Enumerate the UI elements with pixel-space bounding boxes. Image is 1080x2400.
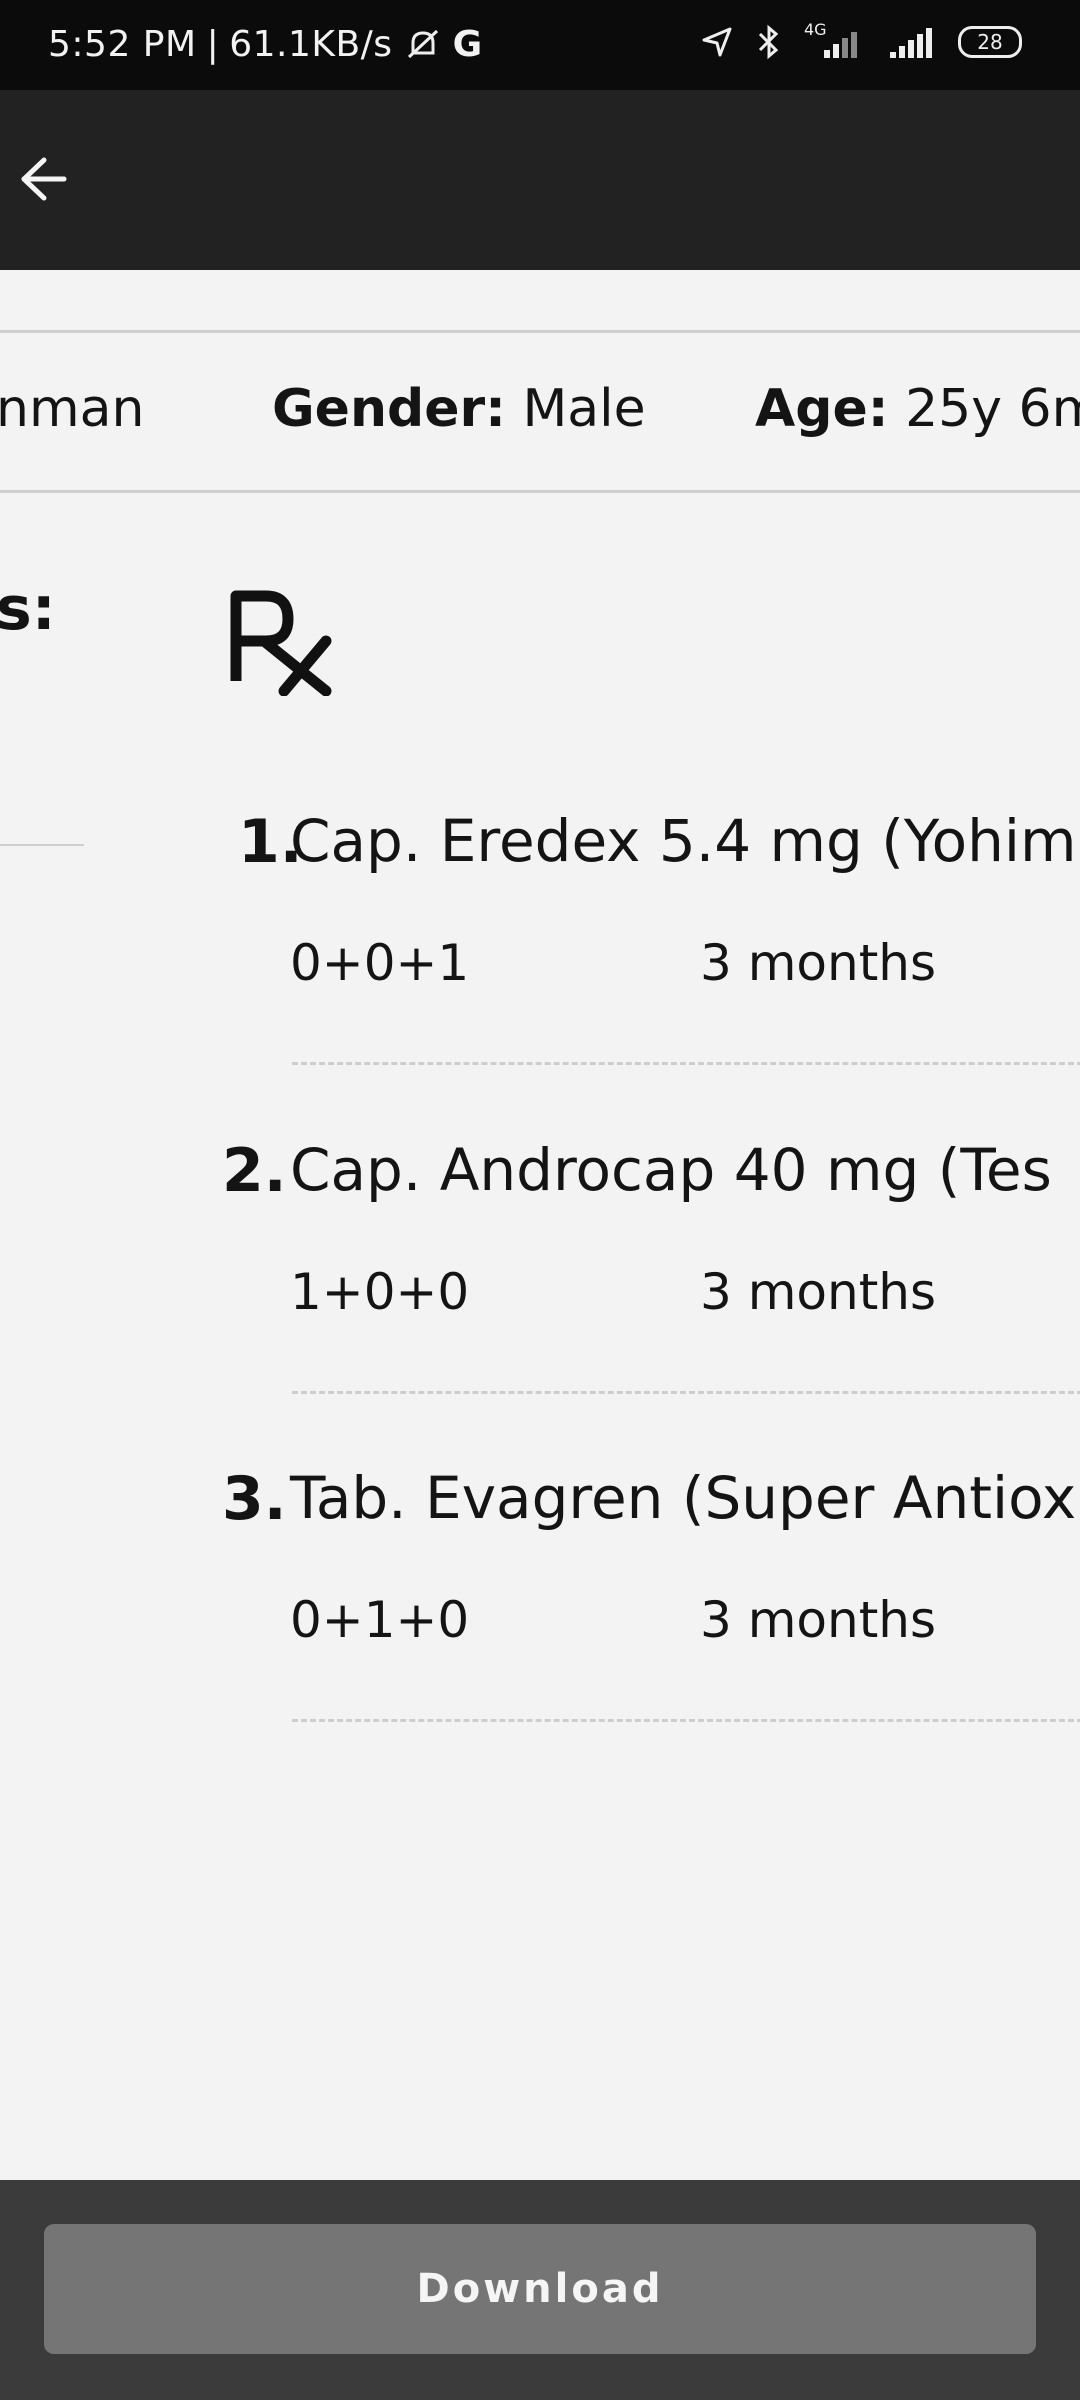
left-section-line [0,844,84,846]
age-label: Age: [755,379,889,439]
medication-dosage: 1+0+0 [290,1263,470,1321]
bluetooth-icon [758,24,779,60]
gender-value: Male [522,379,646,439]
medication-divider [292,1062,1080,1065]
divider-bottom [0,490,1080,493]
bottom-bar: Download [0,2180,1080,2400]
status-time: 5:52 PM [48,24,197,65]
age-info: Age: 25y 6m [755,379,1080,439]
battery-icon: 28 [958,26,1022,58]
signal-4g: 4G [804,20,864,60]
medication-duration: 3 months [700,934,937,992]
medication-duration: 3 months [700,1263,937,1321]
status-speed: 61.1KB/s [229,24,393,65]
download-button[interactable]: Download [44,2224,1036,2354]
divider-top [0,330,1080,333]
medication-name: Tab. Evagren (Super Antiox [290,1464,1077,1532]
app-toolbar [0,90,1080,270]
status-left: 5:52 PM | 61.1KB/s G [48,24,483,65]
arrow-left-icon[interactable] [18,152,72,206]
status-separator: | [206,24,220,65]
medication-name: Cap. Eredex 5.4 mg (Yohim [290,807,1077,875]
location-arrow-icon [702,27,732,57]
medication-duration: 3 months [700,1591,937,1649]
rx-icon [230,590,332,696]
cell-signal-icon [824,32,857,58]
medication-divider [292,1719,1080,1722]
status-bar: 5:52 PM | 61.1KB/s G 4G 28 [0,0,1080,90]
medication-name: Cap. Androcap 40 mg (Tes [290,1136,1052,1204]
medication-number: 3. [222,1464,287,1534]
muted-bell-icon [407,29,438,58]
gender-label: Gender: [272,379,506,439]
medication-number: 2. [222,1136,287,1206]
left-heading-fragment: s: [0,574,56,644]
medication-dosage: 0+1+0 [290,1591,470,1649]
battery-level: 28 [977,30,1003,54]
gender-info: Gender: Male [272,379,646,439]
prescription-content: nman Gender: Male Age: 25y 6m s: 1. Cap.… [0,270,1080,2180]
medication-dosage: 0+0+1 [290,934,470,992]
google-g-icon: G [452,24,483,65]
age-value: 25y 6m [905,379,1080,439]
cell-signal-2-icon [890,28,932,58]
medication-divider [292,1391,1080,1394]
status-right: 4G 28 [700,20,1022,60]
patient-name-fragment: nman [0,379,145,439]
